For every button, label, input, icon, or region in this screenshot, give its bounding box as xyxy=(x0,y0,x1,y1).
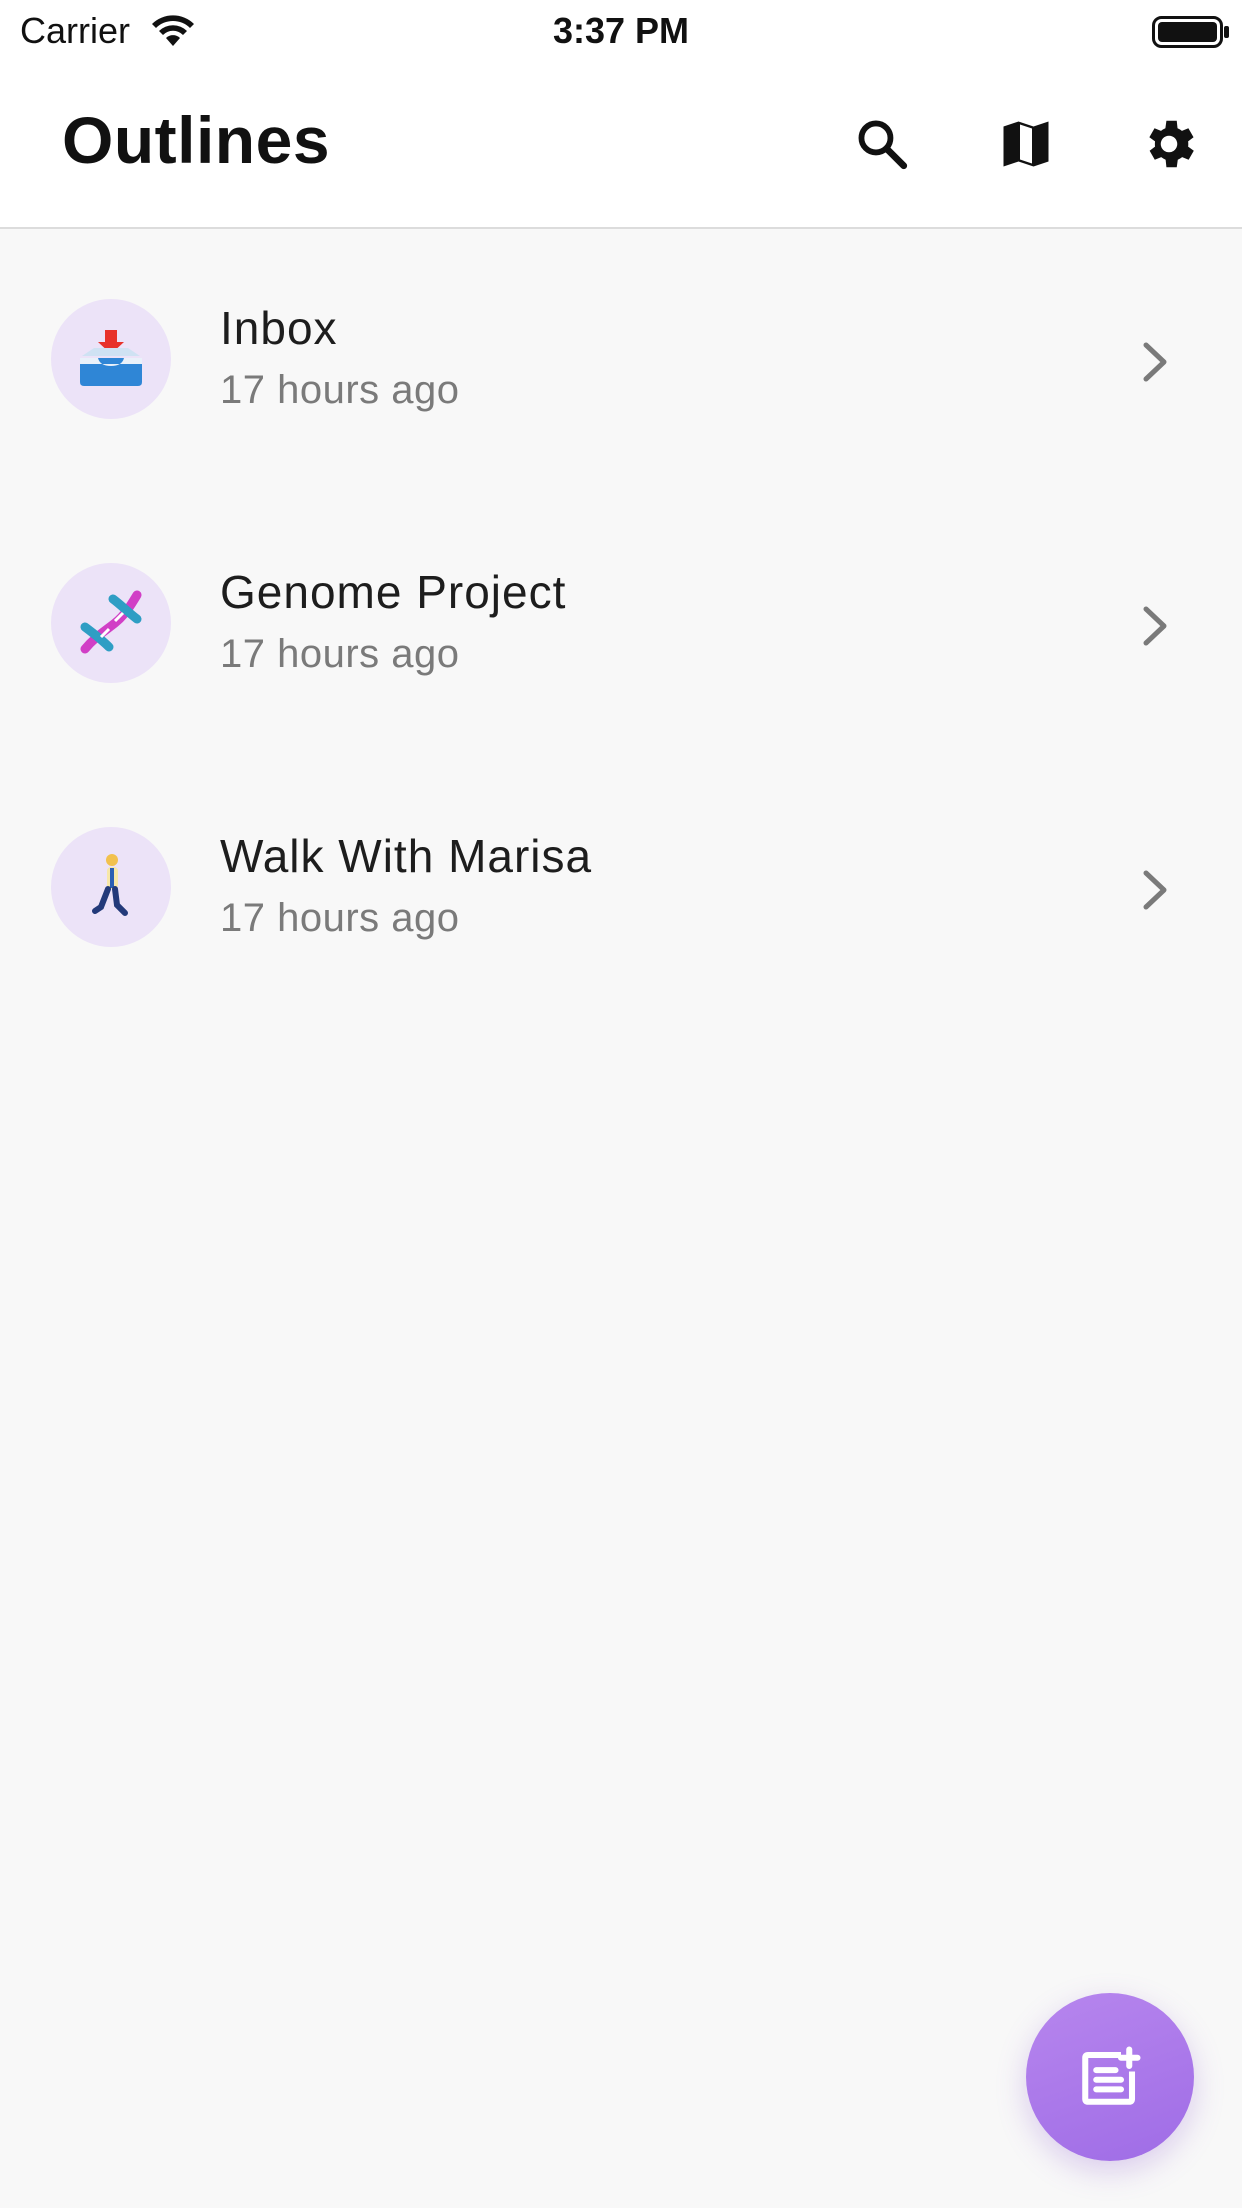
list-item-inbox[interactable]: Inbox 17 hours ago xyxy=(0,229,1242,493)
gear-icon xyxy=(1149,120,1194,168)
list-item-avatar xyxy=(51,299,171,419)
status-bar: Carrier 3:37 PM xyxy=(0,0,1242,62)
chevron-right-icon xyxy=(1143,870,1167,910)
list-item-title: Walk With Marisa xyxy=(220,830,593,882)
inbox-tray-icon xyxy=(80,330,142,386)
map-button[interactable] xyxy=(992,110,1060,178)
list-item-avatar xyxy=(51,827,171,947)
list-item-timestamp: 17 hours ago xyxy=(220,896,460,940)
new-note-icon xyxy=(1082,2046,1141,2105)
new-outline-button[interactable] xyxy=(1026,1993,1194,2161)
list-item-genome-project[interactable]: Genome Project 17 hours ago xyxy=(0,493,1242,757)
list-item-title: Genome Project xyxy=(220,566,567,618)
person-walking-icon xyxy=(92,854,128,916)
nav-bar: Outlines xyxy=(0,62,1242,229)
dna-icon xyxy=(80,590,142,654)
status-time: 3:37 PM xyxy=(552,10,690,51)
battery-icon xyxy=(1152,16,1229,48)
chevron-right-icon xyxy=(1143,342,1167,382)
search-button[interactable] xyxy=(848,110,916,178)
map-icon xyxy=(1003,121,1049,167)
settings-button[interactable] xyxy=(1135,110,1203,178)
list-item-timestamp: 17 hours ago xyxy=(220,632,460,676)
chevron-right-icon xyxy=(1143,606,1167,646)
list-item-timestamp: 17 hours ago xyxy=(220,368,460,412)
search-icon xyxy=(858,120,908,170)
list-item-avatar xyxy=(51,563,171,683)
list-item-title: Inbox xyxy=(220,302,338,354)
list-item-walk-with-marisa[interactable]: Walk With Marisa 17 hours ago xyxy=(0,757,1242,1021)
page-title: Outlines xyxy=(62,103,331,177)
